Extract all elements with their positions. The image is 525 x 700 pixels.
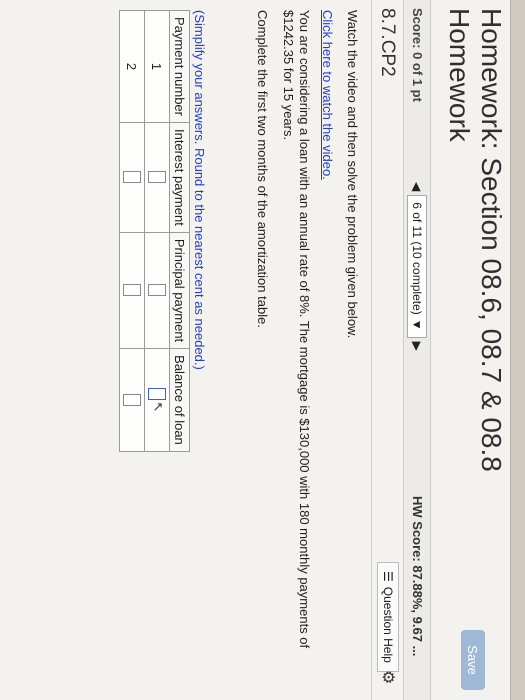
pointer-cursor-icon: ↖ bbox=[150, 401, 166, 413]
balance-input-2[interactable] bbox=[123, 393, 141, 406]
principal-cell bbox=[119, 232, 145, 349]
question-id: 8.7.CP2 bbox=[377, 8, 398, 77]
next-question-icon[interactable]: ▶ bbox=[410, 342, 424, 351]
instruction-text: Watch the video and then solve the probl… bbox=[345, 10, 360, 339]
save-button[interactable]: Save bbox=[461, 630, 485, 690]
list-icon: ☰ bbox=[381, 571, 395, 582]
table-row: 2 bbox=[119, 10, 145, 452]
table-header-row: Payment number Interest payment Principa… bbox=[169, 10, 190, 452]
question-help-button[interactable]: ☰ Question Help bbox=[377, 562, 399, 672]
principal-input-2[interactable] bbox=[123, 284, 141, 297]
header-principal-payment: Principal payment bbox=[169, 232, 190, 349]
interest-cell bbox=[119, 122, 145, 233]
principal-input-1[interactable] bbox=[148, 284, 166, 297]
gear-icon[interactable]: ⚙ bbox=[378, 670, 398, 684]
question-help-label: Question Help bbox=[381, 586, 395, 663]
payment-number-cell: 2 bbox=[119, 10, 145, 123]
interest-input-1[interactable] bbox=[148, 171, 166, 184]
amortization-table: Payment number Interest payment Principa… bbox=[119, 10, 190, 452]
payment-number-cell: 1 bbox=[144, 10, 170, 123]
problem-text: You are considering a loan with an annua… bbox=[281, 10, 312, 649]
question-bar: 8.7.CP2 ☰ Question Help ⚙ bbox=[371, 0, 404, 700]
interest-input-2[interactable] bbox=[123, 171, 141, 184]
header-balance-of-loan: Balance of loan bbox=[169, 348, 190, 452]
hw-score-text: HW Score: 87.88%, 9.67 ... bbox=[410, 496, 425, 657]
table-row: 1 ↖ bbox=[144, 10, 170, 452]
header-interest-payment: Interest payment bbox=[169, 122, 190, 233]
question-select[interactable]: 6 of 11 (10 complete) ▼ bbox=[407, 195, 427, 338]
page-title: Homework: Section 08.6, 08.7 & 08.8 Home… bbox=[444, 8, 507, 472]
amortization-section: (Simplify your answers. Round to the nea… bbox=[119, 10, 207, 452]
interest-cell bbox=[144, 122, 170, 233]
header-payment-number: Payment number bbox=[169, 10, 190, 123]
question-navigator: ◀ 6 of 11 (10 complete) ▼ ▶ bbox=[407, 182, 427, 351]
browser-edge bbox=[510, 0, 525, 700]
question-select-label: 6 of 11 (10 complete) bbox=[410, 202, 424, 315]
principal-cell bbox=[144, 232, 170, 349]
chevron-down-icon: ▼ bbox=[410, 318, 424, 331]
task-text: Complete the first two months of the amo… bbox=[255, 10, 270, 328]
rounding-note: (Simplify your answers. Round to the nea… bbox=[192, 10, 207, 370]
balance-cell bbox=[119, 348, 145, 452]
balance-input-1[interactable] bbox=[148, 387, 166, 400]
video-link[interactable]: Click here to watch the video. bbox=[320, 10, 335, 180]
status-bar: Score: 0 of 1 pt ◀ 6 of 11 (10 complete)… bbox=[403, 0, 431, 700]
homework-window: Homework: Section 08.6, 08.7 & 08.8 Home… bbox=[0, 0, 525, 700]
balance-cell: ↖ bbox=[144, 348, 170, 452]
score-text: Score: 0 of 1 pt bbox=[410, 8, 425, 102]
previous-question-icon[interactable]: ◀ bbox=[410, 182, 424, 191]
question-content: Watch the video and then solve the probl… bbox=[245, 10, 360, 690]
